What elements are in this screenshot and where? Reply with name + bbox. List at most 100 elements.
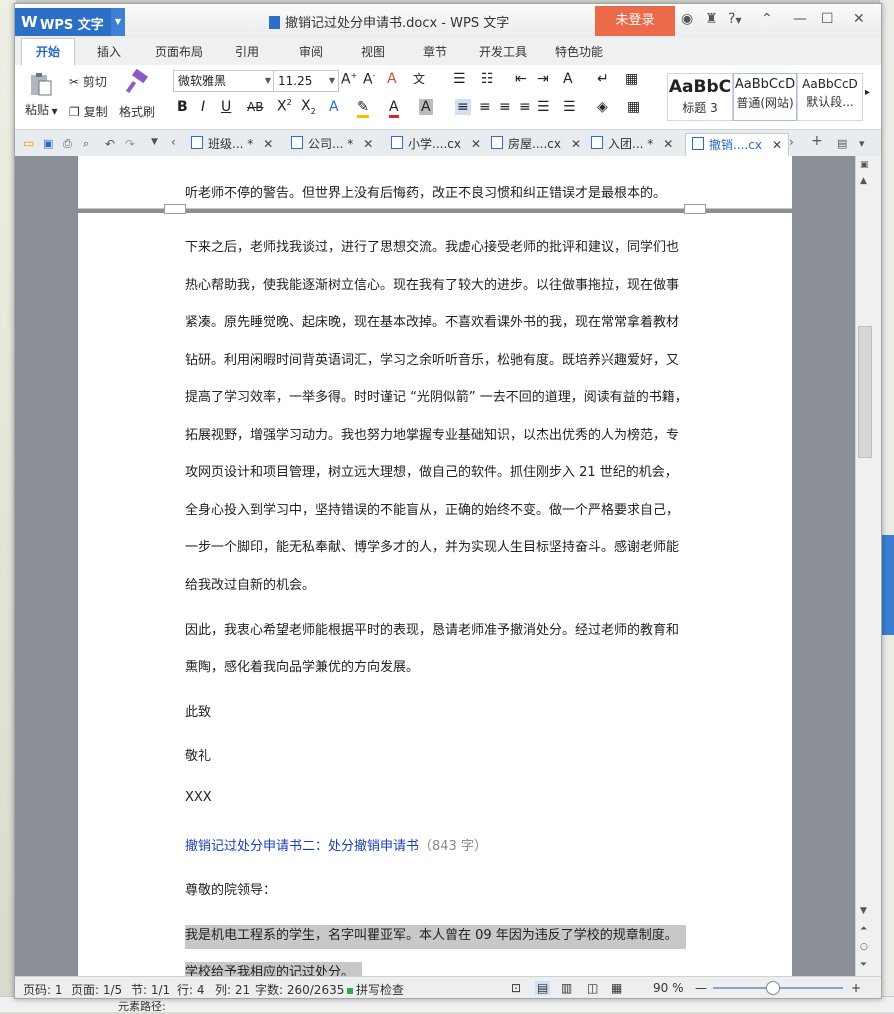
save-icon[interactable]: ▣ [43,137,55,150]
spell-check-toggle[interactable]: 拼写检查 [347,981,404,998]
format-painter-icon[interactable] [123,69,151,97]
decrease-indent-icon[interactable]: ⇤ [515,71,527,87]
close-tab-icon[interactable]: ✕ [571,137,581,151]
bullets-icon[interactable]: ☰ [453,71,466,87]
close-tab-icon[interactable]: ✕ [471,137,481,151]
document-area[interactable]: 听老师不停的警告。但世界上没有后悔药，改正不良习惯和纠正错误才是最根本的。 下来… [15,156,855,976]
undo-icon[interactable]: ↶ [105,137,117,151]
cut-button[interactable]: ✂ 剪切 [69,73,107,90]
vertical-scrollbar[interactable]: ▣ ▲ ▼ ⏶ ○ ⏷ [855,156,881,976]
close-button[interactable]: ✕ [853,11,865,27]
web-view-icon[interactable]: ◫ [587,981,598,995]
style-normal-web[interactable]: AaBbCcD 普通(网站) [733,73,797,121]
collapse-ribbon-icon[interactable]: ⌃ [761,11,773,27]
new-tab-icon[interactable]: + [811,133,823,149]
underline-icon[interactable]: U [221,99,231,115]
doc-tab-3[interactable]: 小学....cx ✕ [391,133,481,155]
close-tab-icon[interactable]: ✕ [363,137,373,151]
text-effect-icon[interactable]: A [329,99,339,115]
doc-tab-5[interactable]: 入团... * ✕ [591,133,673,155]
italic-icon[interactable]: I [201,99,205,115]
app-menu-button[interactable]: W WPS 文字 ▼ [15,8,125,36]
next-page-icon[interactable]: ⏷ [860,960,867,970]
zoom-out-icon[interactable]: — [695,981,707,995]
shirt-icon[interactable]: ♜ [705,11,718,27]
close-tab-icon[interactable]: ✕ [772,138,782,152]
tab-view[interactable]: 视图 [361,43,385,60]
doc-tab-4[interactable]: 房屋....cx ✕ [491,133,581,155]
status-row[interactable]: 行: 4 [177,981,205,998]
full-screen-view-icon[interactable]: ▥ [561,981,572,995]
style-default-paragraph[interactable]: AaBbCcD 默认段... [797,73,863,121]
zoom-value[interactable]: 90 % [653,981,684,995]
paragraph-mark-icon[interactable]: ↵ [597,71,609,87]
document-page[interactable]: 听老师不停的警告。但世界上没有后悔药，改正不良习惯和纠正错误才是最根本的。 下来… [78,156,792,976]
format-painter-button[interactable]: 格式刷 [119,103,155,120]
grow-font-icon[interactable]: A+ [341,71,357,88]
selected-line[interactable]: 我是机电工程系的学生，名字叫瞿亚军。本人曾在 09 年因为违反了学校的规章制度。 [185,924,686,949]
tab-review[interactable]: 审阅 [299,43,323,60]
skin-icon[interactable]: ◉ [681,11,693,27]
status-pages[interactable]: 页面: 1/5 [71,981,122,998]
line-spacing-icon[interactable]: ☰ [563,99,576,115]
shading-icon[interactable]: ◈ [597,99,608,115]
tab-page-layout[interactable]: 页面布局 [155,43,203,60]
justify-icon[interactable]: ≡ [519,99,531,115]
numbering-icon[interactable]: ☷ [481,71,494,87]
login-button[interactable]: 未登录 [595,6,675,36]
clear-format-icon[interactable]: A [387,71,397,87]
page-view-icon[interactable]: ▤ [535,981,551,995]
paste-icon[interactable] [27,71,55,99]
close-tab-icon[interactable]: ✕ [263,137,273,151]
print-preview-icon[interactable]: ⌕ [83,137,95,150]
reading-view-icon[interactable]: ▦ [611,981,622,995]
char-shading-icon[interactable]: A [419,99,433,115]
tab-scroll-right-icon[interactable]: › [789,135,801,149]
status-column[interactable]: 列: 21 [215,981,250,998]
tab-special[interactable]: 特色功能 [555,43,603,60]
bold-icon[interactable]: B [177,99,188,115]
tab-insert[interactable]: 插入 [97,43,121,60]
split-view-icon[interactable]: ▣ [860,160,869,170]
copy-button[interactable]: ❐ 复制 [69,103,108,120]
tab-references[interactable]: 引用 [235,43,259,60]
align-center-icon[interactable]: ≡ [479,99,491,115]
superscript-icon[interactable]: X2 [277,98,292,115]
highlight-icon[interactable]: ✎ [357,99,369,118]
zoom-slider-handle[interactable] [765,981,780,995]
status-section[interactable]: 节: 1/1 [131,981,170,998]
tab-list-icon[interactable]: ▤ [837,137,849,150]
doc-heading-link[interactable]: 撤销记过处分申请书二：处分撤销申请书（843 字） [185,835,487,854]
title-bar[interactable]: W WPS 文字 ▼ 撤销记过处分申请书.docx - WPS 文字 未登录 ◉… [15,4,881,38]
doc-tab-2[interactable]: 公司... * ✕ [291,133,373,155]
open-icon[interactable]: ▭ [23,136,35,150]
phonetic-icon[interactable]: 文 [413,70,425,87]
doc-tab-active[interactable]: 撤销....cx ✕ [685,133,790,156]
style-heading3[interactable]: AaBbC 标题 3 [667,73,733,121]
select-browse-icon[interactable]: ○ [860,942,868,952]
distribute-icon[interactable]: ☰ [537,99,550,115]
font-color-icon[interactable]: A [389,99,399,118]
tab-menu-icon[interactable]: ▾ [859,137,871,150]
tab-chapter[interactable]: 章节 [423,43,447,60]
chevron-down-icon[interactable]: ▼ [111,8,125,36]
status-word-count[interactable]: 字数: 260/2635 [255,981,344,998]
table-icon[interactable]: ▦ [625,71,638,87]
font-size-select[interactable]: 11.25 ▼ [273,70,339,92]
maximize-button[interactable]: ☐ [821,11,834,27]
borders-icon[interactable]: ▦ [627,99,640,115]
char-scale-icon[interactable]: A [563,71,573,87]
align-right-icon[interactable]: ≡ [499,99,511,115]
increase-indent-icon[interactable]: ⇥ [537,71,549,87]
scroll-up-icon[interactable]: ▲ [860,176,867,186]
status-page-number[interactable]: 页码: 1 [23,981,63,998]
tab-developer[interactable]: 开发工具 [479,43,527,60]
scroll-down-icon[interactable]: ▼ [860,906,867,916]
strikethrough-icon[interactable]: AB [247,100,263,114]
close-tab-icon[interactable]: ✕ [663,137,673,151]
doc-tab-1[interactable]: 班级... * ✕ [191,133,273,155]
quick-access-dropdown-icon[interactable]: ▼ [151,137,163,149]
font-name-select[interactable]: 微软雅黑 ▼ [173,70,275,92]
subscript-icon[interactable]: X2 [301,98,316,116]
paste-button[interactable]: 粘贴 ▼ [25,101,58,118]
